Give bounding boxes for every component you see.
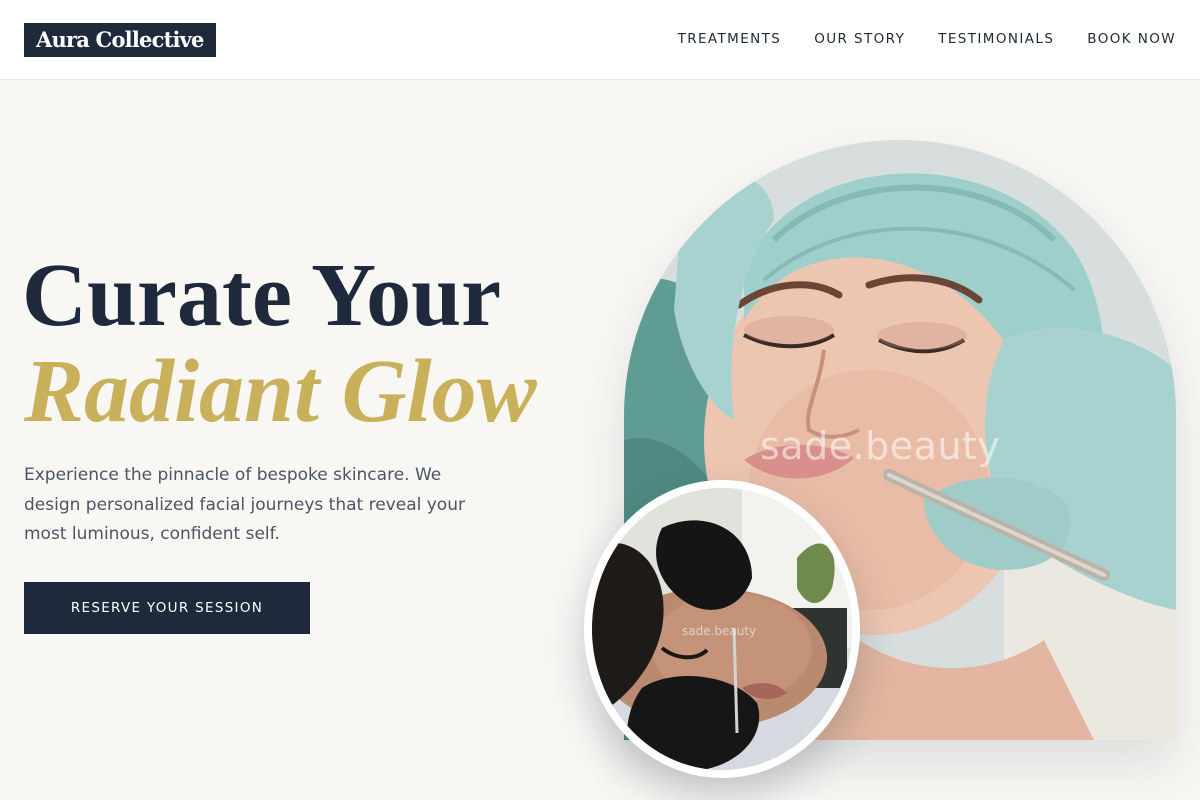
nav-link-our-story[interactable]: OUR STORY: [814, 31, 905, 47]
nav-link-testimonials[interactable]: TESTIMONIALS: [938, 31, 1054, 47]
nav-link-treatments[interactable]: TREATMENTS: [678, 31, 782, 47]
main-nav: TREATMENTS OUR STORY TESTIMONIALS BOOK N…: [678, 31, 1176, 47]
hero-headline-line2: Radiant Glow: [24, 342, 537, 441]
hero-description: Experience the pinnacle of bespoke skinc…: [24, 465, 465, 544]
hero-headline-line1: Curate Your: [22, 246, 502, 345]
inset-image: sade.beauty: [592, 488, 852, 770]
main-image-watermark: sade.beauty: [760, 424, 1001, 468]
site-header: Aura Collective TREATMENTS OUR STORY TES…: [0, 0, 1200, 80]
inset-image-frame: sade.beauty: [584, 480, 860, 778]
nav-link-book-now[interactable]: BOOK NOW: [1087, 31, 1176, 47]
reserve-session-button[interactable]: RESERVE YOUR SESSION: [24, 582, 310, 634]
brand-logo[interactable]: Aura Collective: [24, 23, 216, 57]
inset-image-watermark: sade.beauty: [682, 624, 757, 638]
